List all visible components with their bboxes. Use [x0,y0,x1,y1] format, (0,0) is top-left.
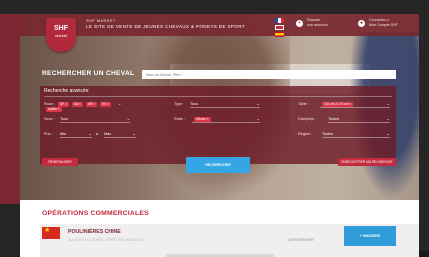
chevron-down-icon: ⌄ [386,131,390,136]
login-label-2: Mon Compte SHF [369,23,398,27]
advanced-search-title: Recherche avancée [44,88,89,94]
logo-subtext: market [54,33,68,38]
robe-label: Robe : [174,117,186,121]
operation-subtitle: DU 10 AU 15 OCTOBRE - DÉPÔT DES ANNONCES [68,238,144,242]
discipline-select[interactable]: Toutes ⌄ [328,116,390,123]
region-value: Toutes [322,132,334,136]
divider [44,96,392,97]
race-chip[interactable]: arpète × [46,107,62,112]
race-chip[interactable]: AR × [85,102,98,107]
race-label: Race : [44,102,55,106]
search-button[interactable]: RECHERCHER [186,157,250,173]
prix-min-select[interactable]: Min ⌄ [60,131,92,138]
logo-text: SHF [54,25,68,32]
login-label-1: Connectez-v [369,18,390,22]
operations-title: OPÉRATIONS COMMERCIALES [42,210,149,217]
robe-chip[interactable]: Alezan × [194,117,211,122]
user-icon: ● [358,19,365,27]
chevron-down-icon: ⌄ [88,131,92,136]
flag-fr-icon[interactable] [275,18,284,23]
brand-block: SHF MARKET LE SITE DE VENTE DE JEUNES CH… [86,18,245,30]
chevron-down-icon: ⌄ [256,101,260,106]
flag-en-icon[interactable] [275,25,284,30]
chevron-down-icon[interactable]: ⌄ [118,102,121,107]
plus-icon: + [296,19,303,27]
brand-tagline: LE SITE DE VENTE DE JEUNES CHEVAUX & PON… [86,24,245,29]
prix-label: Prix : [44,132,53,136]
region-select[interactable]: Toutes ⌄ [322,131,390,138]
advanced-search-panel: Recherche avancée Race : SF × AA × AR × … [40,86,396,164]
deposit-label-2: une annonce [307,23,328,27]
chevron-down-icon: ⌄ [386,116,390,121]
sexe-select[interactable]: Tous ⌄ [60,116,130,123]
sexe-label: Sexe : [44,117,55,121]
search-title: RECHERCHER UN CHEVAL [42,70,135,77]
region-label: Région : [298,132,313,136]
taille-chip[interactable]: 161 cm à 170 cm × [322,102,354,107]
chevron-down-icon: ⌄ [256,116,260,121]
race-chip[interactable]: KS × [100,102,112,107]
chevron-down-icon: ⌄ [126,116,130,121]
sexe-value: Tous [60,117,69,121]
reset-button[interactable]: RÉINITIALISER [42,158,78,166]
race-filter[interactable]: Race : SF × AA × AR × KS × arpète × [44,102,116,112]
flag-es-icon[interactable] [275,32,284,37]
flag-cn-icon: ★ [42,227,60,239]
deposit-label-1: Déposer [307,18,321,22]
language-flags [275,18,285,39]
taille-label: Taille : [298,102,309,106]
discipline-value: Toutes [328,117,340,121]
type-value: Tous [190,102,199,106]
prix-min-value: Min [60,132,67,136]
type-select[interactable]: Tous ⌄ [190,101,260,108]
prix-max-value: Max [104,132,112,136]
type-label: Type : [174,102,185,106]
search-input[interactable] [142,70,396,79]
site-logo[interactable]: SHF market [46,18,76,52]
web-page: SHF market SHF MARKET LE SITE DE VENTE D… [20,14,419,257]
prix-max-select[interactable]: Max ⌄ [104,131,136,138]
login-link[interactable]: ● Connectez-v Mon Compte SHF [358,18,398,28]
race-chip[interactable]: AA × [71,102,83,107]
operation-name[interactable]: POULINIÈRES CHINE [68,229,121,235]
discipline-label: Discipline : [298,117,317,121]
robe-select[interactable]: Alezan × ⌄ [192,116,260,123]
operation-search-link[interactable]: Q RECHERCHER [288,238,314,242]
taille-select[interactable]: 161 cm à 170 cm × ⌄ [320,101,390,108]
prix-separator: à [96,132,99,136]
chevron-down-icon: ⌄ [132,131,136,136]
deposit-ad-link[interactable]: + Déposer une annonce [296,18,328,28]
register-button[interactable]: + INSCRIRE [344,226,396,246]
chevron-down-icon: ⌄ [386,101,390,106]
save-search-button[interactable]: ENREGISTRER MA RECHERCHE [338,158,396,166]
